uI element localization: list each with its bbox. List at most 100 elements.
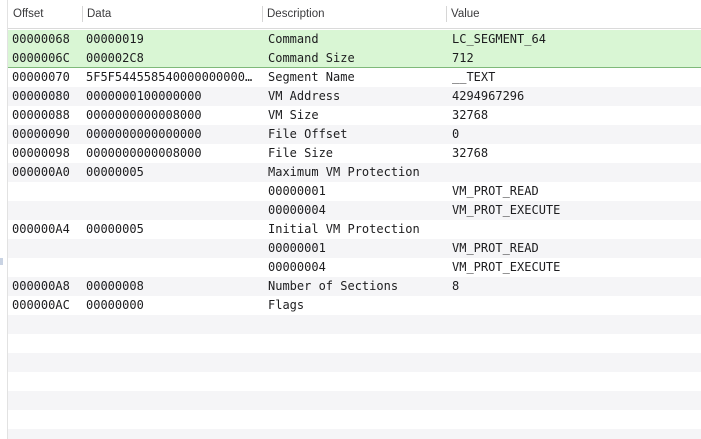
table-row[interactable] <box>8 315 701 334</box>
cell-data <box>82 182 262 201</box>
cell-value: 32768 <box>452 108 489 122</box>
table-row[interactable]: 00000004 VM_PROT_EXECUTE <box>8 258 701 277</box>
cell-offset: 0000006C <box>12 51 70 65</box>
column-header-value[interactable]: Value <box>446 0 701 28</box>
table-body: 00000068 00000019 Command LC_SEGMENT_64 0000… <box>8 30 701 439</box>
cell-offset <box>8 258 82 277</box>
split-view-handle[interactable] <box>0 258 3 265</box>
cell-offset: 00000090 <box>12 127 70 141</box>
cell-value: VM_PROT_EXECUTE <box>452 203 561 217</box>
cell-description: Maximum VM Protection <box>268 165 420 179</box>
table-row[interactable]: 00000090 0000000000000000 File Offset 0 <box>8 125 701 144</box>
cell-value: VM_PROT_READ <box>452 184 539 198</box>
cell-value <box>448 353 701 372</box>
cell-value <box>448 410 701 429</box>
cell-description: 00000001 <box>268 184 326 198</box>
table-row[interactable] <box>8 410 701 429</box>
cell-description: Segment Name <box>268 70 355 84</box>
cell-offset <box>8 239 82 258</box>
cell-description <box>264 315 448 334</box>
cell-description <box>264 353 448 372</box>
cell-value: 8 <box>452 279 460 293</box>
cell-value <box>448 163 701 182</box>
cell-value <box>448 296 701 315</box>
cell-value: 32768 <box>452 146 489 160</box>
table-row[interactable]: 00000004 VM_PROT_EXECUTE <box>8 201 701 220</box>
cell-data <box>82 334 262 353</box>
table-row[interactable] <box>8 353 701 372</box>
table-row[interactable] <box>8 391 701 410</box>
cell-data: 0000000100000000 <box>86 89 202 103</box>
cell-description: 00000004 <box>268 203 326 217</box>
cell-description <box>264 410 448 429</box>
table-row[interactable]: 00000070 5F5F5445585400000000000000000000… <box>8 68 701 87</box>
cell-value <box>448 220 701 239</box>
cell-offset <box>8 334 82 353</box>
cell-description: Command <box>268 32 319 46</box>
table-row[interactable]: 00000088 0000000000008000 VM Size 32768 <box>8 106 701 125</box>
cell-data: 0000000000008000 <box>86 108 202 122</box>
column-header-description[interactable]: Description <box>262 0 446 28</box>
table-header: Offset Data Description Value <box>8 0 701 29</box>
cell-data <box>82 353 262 372</box>
cell-data: 00000005 <box>86 165 144 179</box>
cell-data <box>82 410 262 429</box>
cell-value: __TEXT <box>452 70 496 84</box>
table-row[interactable]: 00000068 00000019 Command LC_SEGMENT_64 <box>8 30 701 49</box>
cell-data <box>82 201 262 220</box>
cell-offset: 000000A4 <box>12 222 70 236</box>
cell-data <box>82 315 262 334</box>
cell-value <box>448 372 701 391</box>
cell-offset <box>8 315 82 334</box>
table-row[interactable]: 00000001 VM_PROT_READ <box>8 239 701 258</box>
cell-description: File Size <box>268 146 334 160</box>
cell-description <box>264 391 448 410</box>
cell-offset <box>8 353 82 372</box>
cell-offset: 00000068 <box>12 32 70 46</box>
left-pane-edge[interactable] <box>0 0 8 439</box>
column-header-data[interactable]: Data <box>82 0 262 28</box>
cell-description: Number of Sections <box>268 279 399 293</box>
cell-offset: 000000A0 <box>12 165 70 179</box>
cell-value: 712 <box>452 51 474 65</box>
cell-offset: 000000AC <box>12 298 70 312</box>
cell-description: Command Size <box>268 51 355 65</box>
cell-description: File Offset <box>268 127 348 141</box>
table-row[interactable]: 000000A8 00000008 Number of Sections 8 <box>8 277 701 296</box>
cell-value <box>448 334 701 353</box>
cell-data: 0000000000000000 <box>86 127 202 141</box>
cell-data: 000002C8 <box>86 51 144 65</box>
cell-offset <box>8 372 82 391</box>
cell-offset <box>8 201 82 220</box>
table-row[interactable]: 000000A4 00000005 Initial VM Protection <box>8 220 701 239</box>
cell-data <box>82 372 262 391</box>
cell-offset: 00000088 <box>12 108 70 122</box>
table-row[interactable]: 00000080 0000000100000000 VM Address 429496… <box>8 87 701 106</box>
cell-value: 0 <box>452 127 460 141</box>
table-row[interactable]: 0000006C 000002C8 Command Size 712 <box>8 49 701 68</box>
cell-data: 00000019 <box>86 32 144 46</box>
table-row[interactable] <box>8 334 701 353</box>
cell-offset: 000000A8 <box>12 279 70 293</box>
cell-value <box>448 429 701 439</box>
cell-offset <box>8 391 82 410</box>
cell-offset: 00000098 <box>12 146 70 160</box>
table-row[interactable]: 000000A0 00000005 Maximum VM Protection <box>8 163 701 182</box>
table-row[interactable] <box>8 429 701 439</box>
table-row[interactable]: 000000AC 00000000 Flags <box>8 296 701 315</box>
cell-data <box>82 258 262 277</box>
load-command-table: Offset Data Description Value 00000068 00… <box>0 0 701 439</box>
table-row[interactable]: 00000001 VM_PROT_READ <box>8 182 701 201</box>
table-row[interactable]: 00000098 0000000000008000 File Size 32768 <box>8 144 701 163</box>
cell-description: 00000004 <box>268 260 326 274</box>
cell-data: 00000008 <box>86 279 144 293</box>
table-row[interactable] <box>8 372 701 391</box>
cell-offset <box>8 429 82 439</box>
cell-description: VM Address <box>268 89 341 103</box>
cell-value: 4294967296 <box>452 89 525 103</box>
cell-offset: 00000070 <box>12 70 70 84</box>
cell-data: 00000000 <box>86 298 144 312</box>
column-header-offset[interactable]: Offset <box>8 0 82 28</box>
cell-offset <box>8 410 82 429</box>
cell-description: VM Size <box>268 108 319 122</box>
